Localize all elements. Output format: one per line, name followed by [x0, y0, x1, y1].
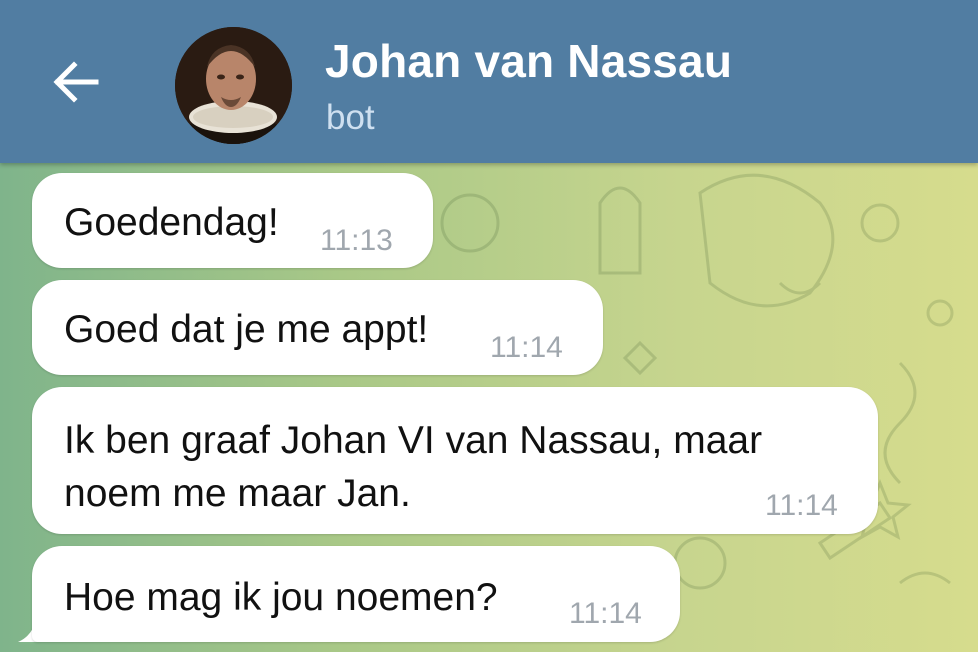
message-bubble: Goed dat je me appt! 11:14 — [32, 280, 603, 375]
message-time: 11:14 — [490, 331, 563, 364]
message-text: Goed dat je me appt! — [64, 308, 429, 351]
message-bubble: Hoe mag ik jou noemen? 11:14 — [32, 546, 680, 642]
back-button[interactable] — [50, 56, 102, 108]
message-text: Goedendag! — [64, 201, 279, 244]
message-time: 11:13 — [320, 224, 393, 257]
portrait-avatar — [175, 27, 292, 144]
arrow-left-icon — [53, 61, 99, 103]
message-text-line: noem me maar Jan. — [64, 472, 411, 515]
chat-subtitle: bot — [326, 98, 375, 137]
message-text: Hoe mag ik jou noemen? — [64, 576, 498, 619]
message-time: 11:14 — [765, 489, 838, 522]
message-bubble: Goedendag! 11:13 — [32, 173, 433, 268]
message-time: 11:14 — [569, 597, 642, 630]
message-bubble: Ik ben graaf Johan VI van Nassau, maar n… — [32, 387, 878, 534]
chat-title[interactable]: Johan van Nassau — [325, 34, 732, 88]
message-text-line: Ik ben graaf Johan VI van Nassau, maar — [64, 419, 763, 462]
chat-header: Johan van Nassau bot — [0, 0, 978, 163]
avatar[interactable] — [175, 27, 292, 144]
